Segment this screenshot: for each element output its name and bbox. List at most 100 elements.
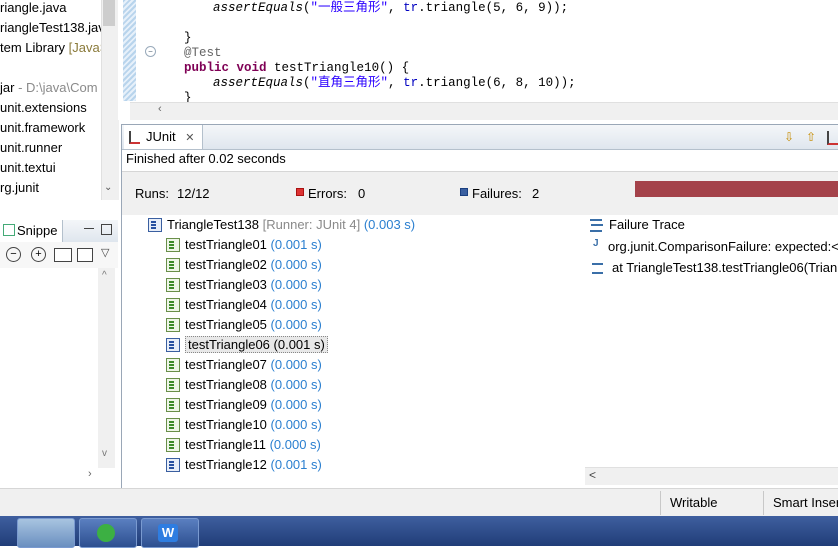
string-literal: "一般三角形" <box>310 1 389 15</box>
test-label: testTriangle09 (0.000 s) <box>185 397 322 412</box>
test-time: (0.000 s) <box>270 257 322 272</box>
test-row[interactable]: testTriangle02 (0.000 s) <box>166 255 322 275</box>
test-label: testTriangle05 (0.000 s) <box>185 317 322 332</box>
test-row[interactable]: testTriangle12 (0.001 s) <box>166 455 322 475</box>
scroll-left-arrow-icon[interactable]: ‹ <box>158 103 162 115</box>
taskbar-eclipse-button[interactable] <box>17 518 75 548</box>
fold-collapse-icon[interactable]: − <box>145 46 156 57</box>
package-item-label: unit.extensions <box>0 100 87 115</box>
failure-icon <box>460 188 468 196</box>
test-name: testTriangle01 <box>185 237 267 252</box>
show-failures-only-icon[interactable] <box>827 131 838 145</box>
failures-label: Failures: <box>472 186 522 201</box>
test-row[interactable]: testTriangle04 (0.000 s) <box>166 295 322 315</box>
editor-horizontal-scrollbar[interactable]: ‹ <box>130 102 838 120</box>
taskbar-wps-button[interactable]: W <box>141 518 199 548</box>
trace-line-1[interactable]: org.junit.ComparisonFailure: expected:< <box>608 239 838 254</box>
junit-tab-bar: JUnit ✕ ⇩ ⇧ <box>122 125 838 150</box>
maximize-icon[interactable] <box>101 224 112 235</box>
previous-failure-icon[interactable]: ⇧ <box>804 130 818 144</box>
test-name: testTriangle06 <box>188 337 270 352</box>
test-row[interactable]: testTriangle03 (0.000 s) <box>166 275 322 295</box>
snippets-scrollbar[interactable]: ^ v <box>98 268 115 468</box>
test-time: (0.000 s) <box>270 417 322 432</box>
stack-frame-icon <box>592 263 603 274</box>
zoom-out-icon[interactable]: − <box>6 247 21 262</box>
actual-size-icon[interactable] <box>54 248 72 262</box>
test-row[interactable]: testTriangle05 (0.000 s) <box>166 315 322 335</box>
code-line: @Test <box>184 46 222 61</box>
scroll-down-arrow-icon[interactable]: v <box>102 448 107 459</box>
code-text: , <box>388 76 404 90</box>
package-explorer-scroll-thumb[interactable] <box>103 0 115 26</box>
package-item[interactable]: rg.junit <box>0 178 39 198</box>
test-label: testTriangle07 (0.000 s) <box>185 357 322 372</box>
package-item-label: riangle.java <box>0 0 67 15</box>
test-passed-icon <box>166 358 180 372</box>
next-failure-icon[interactable]: ⇩ <box>782 130 796 144</box>
test-label: testTriangle02 (0.000 s) <box>185 257 322 272</box>
method-call: assertEquals <box>213 76 304 90</box>
method-name: testTriangle10() { <box>266 61 410 75</box>
scroll-down-arrow-icon[interactable]: ⌄ <box>104 182 112 193</box>
status-separator <box>763 491 764 515</box>
test-passed-icon <box>166 318 180 332</box>
package-item[interactable]: tem Library [JavaS <box>0 38 108 58</box>
test-name: testTriangle08 <box>185 377 267 392</box>
test-row[interactable]: testTriangle01 (0.001 s) <box>166 235 322 255</box>
package-item[interactable]: unit.runner <box>0 138 62 158</box>
package-item-label: jar <box>0 80 15 95</box>
code-line: } <box>184 31 192 46</box>
test-row[interactable]: testTriangle08 (0.000 s) <box>166 375 322 395</box>
package-item[interactable]: unit.framework <box>0 118 85 138</box>
test-row[interactable]: testTriangle09 (0.000 s) <box>166 395 322 415</box>
package-item-label: unit.textui <box>0 160 56 175</box>
taskbar: W <box>0 516 838 548</box>
annotation: @Test <box>184 46 222 60</box>
test-row[interactable]: testTriangle11 (0.000 s) <box>166 435 321 455</box>
test-row[interactable]: testTriangle07 (0.000 s) <box>166 355 322 375</box>
test-row[interactable]: testTriangle10 (0.000 s) <box>166 415 322 435</box>
view-menu-icon[interactable]: ▽ <box>101 246 109 259</box>
test-name: testTriangle03 <box>185 277 267 292</box>
code-line: assertEquals("一般三角形", tr.triangle(5, 6, … <box>213 1 569 15</box>
test-time: (0.000 s) <box>269 437 321 452</box>
fit-icon[interactable] <box>77 248 93 262</box>
test-time: (0.001 s) <box>273 337 325 352</box>
package-item[interactable]: riangleTest138.jav <box>0 18 105 38</box>
test-time: (0.000 s) <box>270 377 322 392</box>
test-root[interactable]: TriangleTest138 [Runner: JUnit 4] (0.003… <box>148 215 415 235</box>
failure-trace-scrollbar[interactable]: < <box>585 467 838 485</box>
test-name: testTriangle04 <box>185 297 267 312</box>
code-line: assertEquals("直角三角形", tr.triangle(6, 8, … <box>213 76 576 90</box>
test-row[interactable]: testTriangle06 (0.001 s) <box>166 335 328 355</box>
wps-icon: W <box>158 524 178 542</box>
zoom-in-icon[interactable]: + <box>31 247 46 262</box>
test-name: testTriangle12 <box>185 457 267 472</box>
test-label: testTriangle06 (0.001 s) <box>185 336 328 353</box>
tab-snippets[interactable]: Snippe <box>0 220 63 242</box>
minimize-icon[interactable] <box>84 228 94 231</box>
package-item[interactable]: unit.textui <box>0 158 56 178</box>
package-item[interactable]: unit.extensions <box>0 98 87 118</box>
package-explorer-scrollbar[interactable] <box>101 0 119 200</box>
test-time: (0.000 s) <box>270 297 322 312</box>
snippets-tab-label: Snippe <box>17 223 58 238</box>
junit-icon <box>129 131 140 144</box>
test-name: testTriangle05 <box>185 317 267 332</box>
scroll-up-arrow-icon[interactable]: ^ <box>102 270 107 281</box>
test-tree[interactable]: TriangleTest138 [Runner: JUnit 4] (0.003… <box>122 215 585 489</box>
scroll-left-arrow-icon[interactable]: < <box>589 468 596 482</box>
test-passed-icon <box>166 378 180 392</box>
keyword: public <box>184 61 230 75</box>
trace-line-2[interactable]: at TriangleTest138.testTriangle06(Trian <box>612 260 837 275</box>
tab-junit[interactable]: JUnit ✕ <box>124 125 204 149</box>
scroll-right-arrow-icon[interactable]: › <box>88 468 92 480</box>
test-name: testTriangle10 <box>185 417 267 432</box>
test-suite-failed-icon <box>148 218 162 232</box>
package-item[interactable]: jar - D:\java\Com <box>0 78 98 98</box>
package-item[interactable]: riangle.java <box>0 0 67 18</box>
close-icon[interactable]: ✕ <box>185 132 194 144</box>
package-item-label: riangleTest138.jav <box>0 20 105 35</box>
taskbar-browser-button[interactable] <box>79 518 137 548</box>
